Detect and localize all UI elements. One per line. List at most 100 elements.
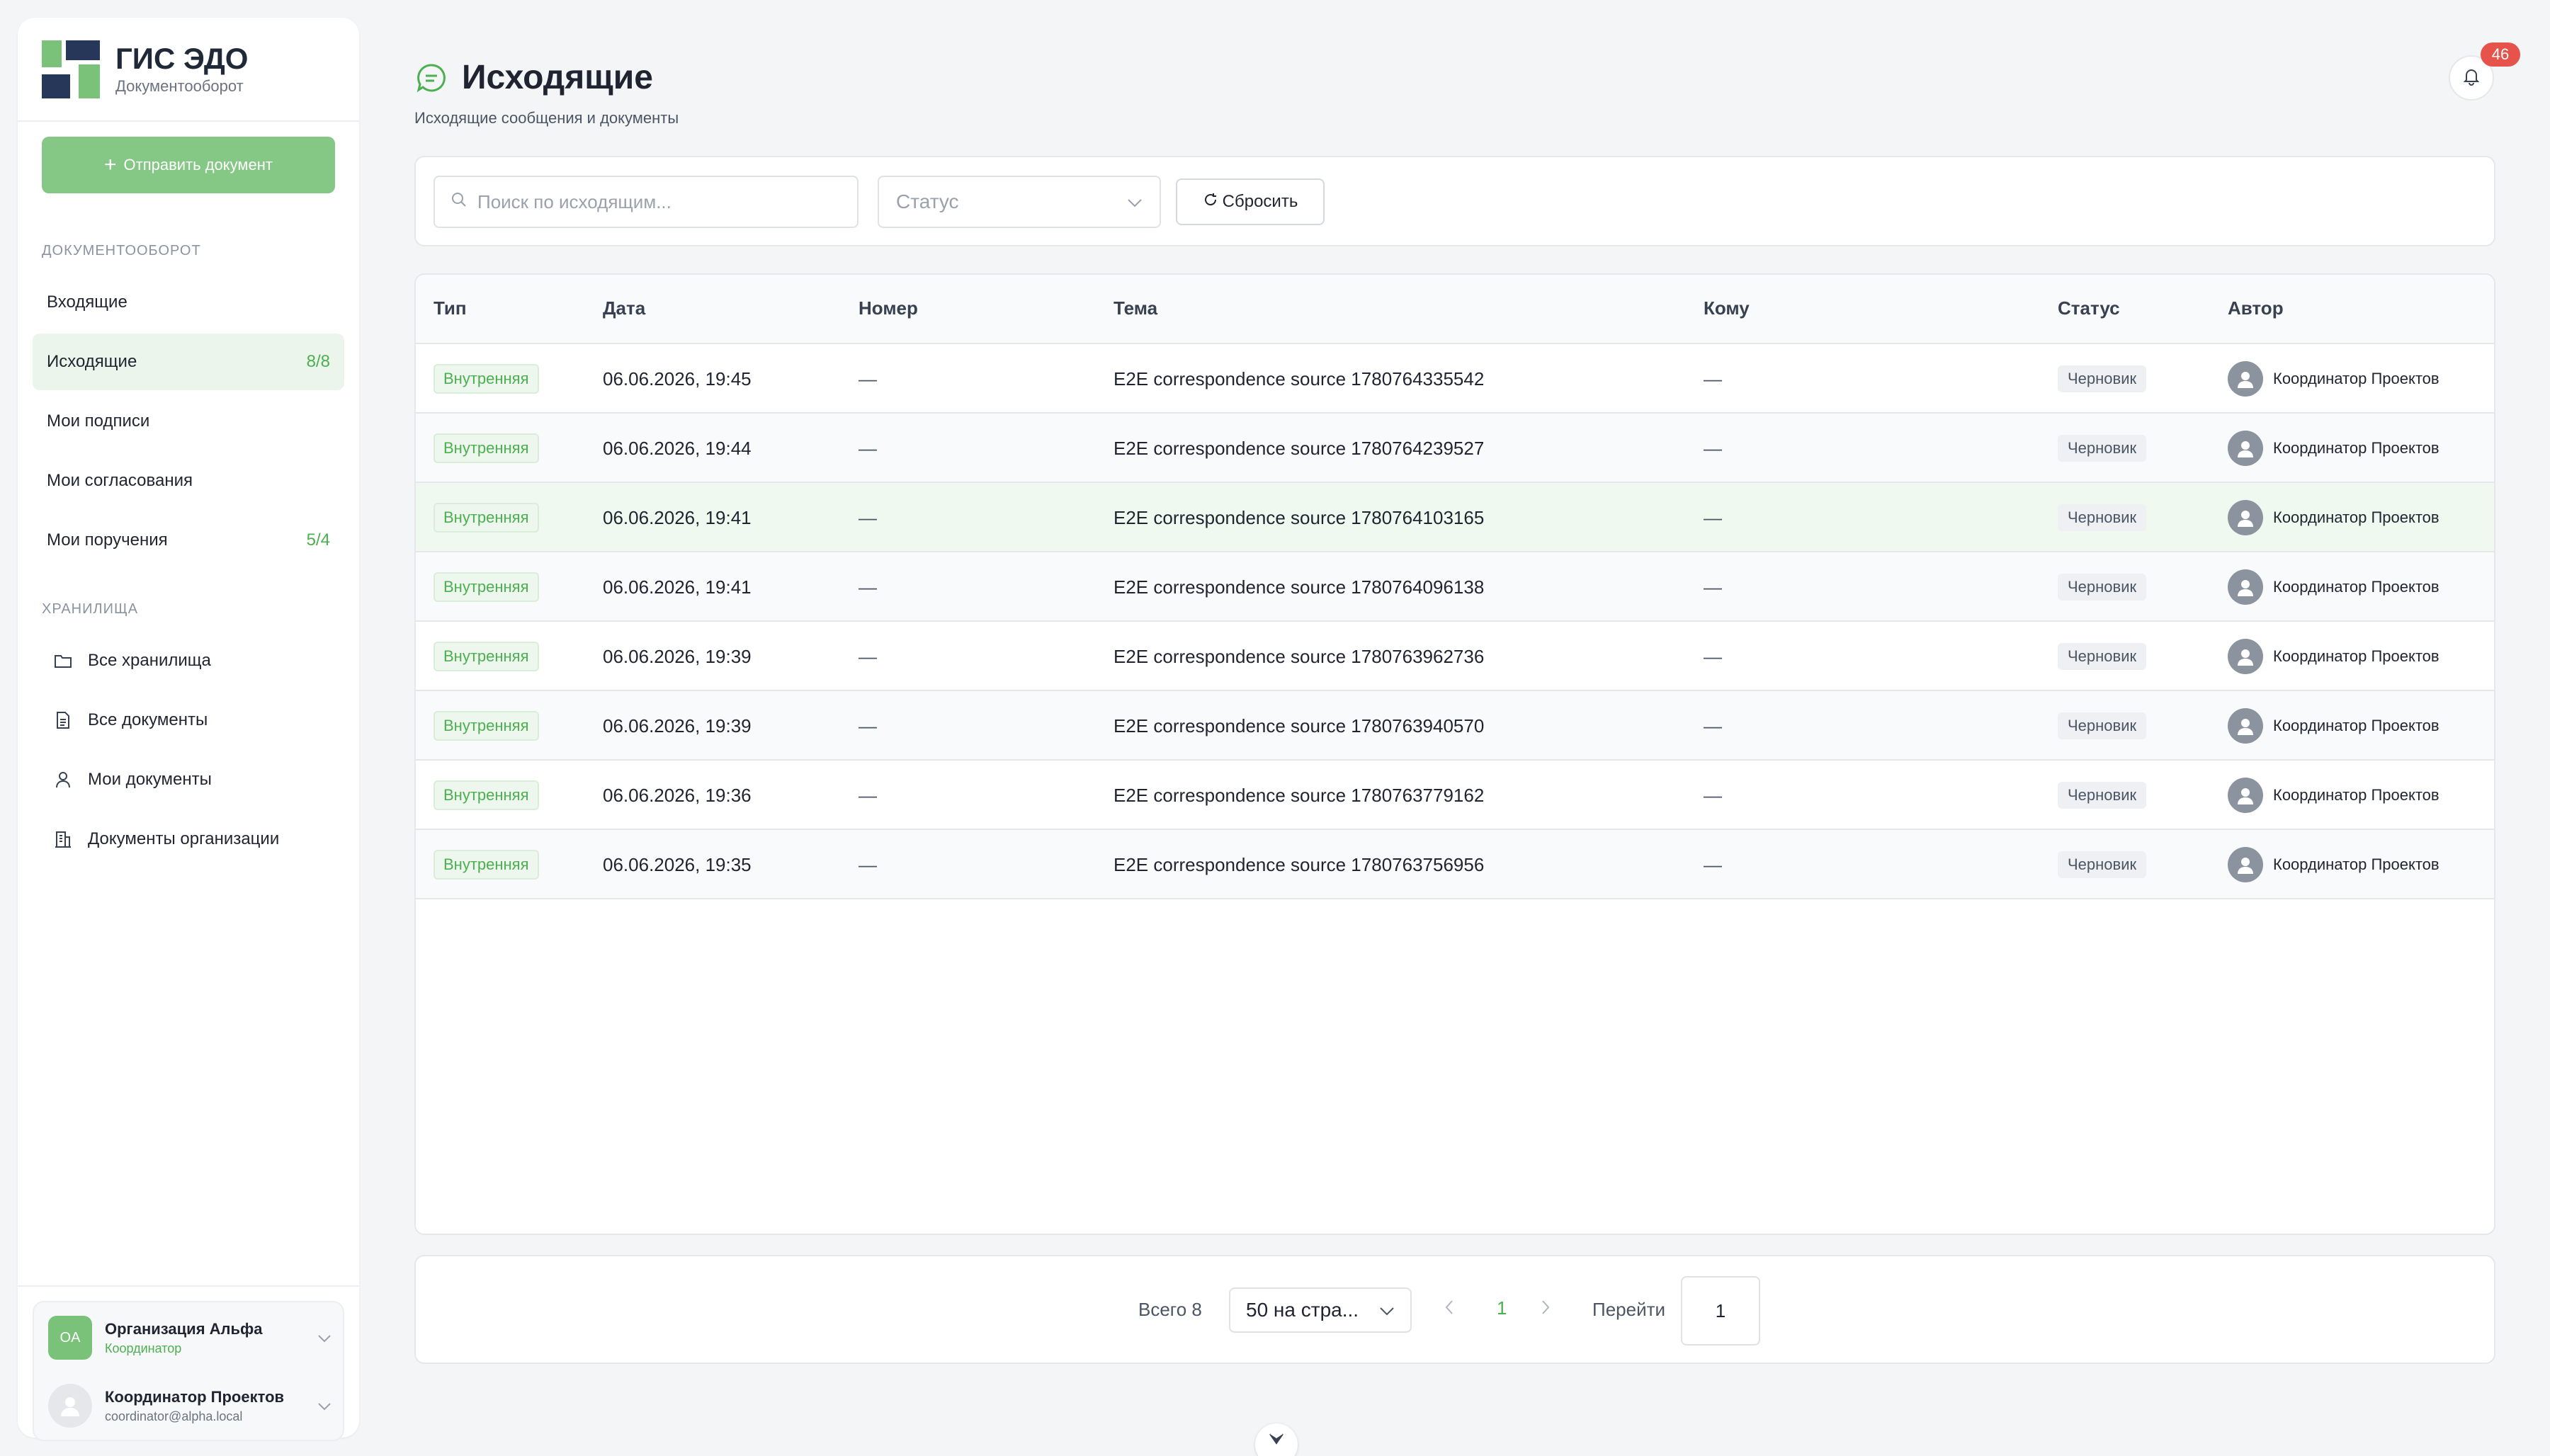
cell-author: Координатор Проектов (2228, 622, 2440, 691)
page-number-current[interactable]: 1 (1497, 1297, 1507, 1319)
number-text: — (858, 853, 877, 875)
to-text: — (1704, 506, 1722, 528)
author-name: Координатор Проектов (2273, 855, 2440, 873)
column-header-subject[interactable]: Тема (1114, 297, 1157, 319)
sidebar-item-incoming[interactable]: Входящие (33, 274, 344, 331)
search-placeholder: Поиск по исходящим... (477, 190, 672, 212)
user-avatar-icon (2228, 431, 2263, 466)
reset-button[interactable]: Сбросить (1176, 178, 1325, 225)
status-badge: Черновик (2058, 365, 2147, 392)
cell-type: Внутренняя (434, 483, 539, 552)
goto-page-input[interactable]: 1 (1681, 1276, 1760, 1346)
cell-date: 06.06.2026, 19:39 (603, 691, 752, 761)
subject-text: E2E correspondence source 1780764103165 (1114, 506, 1485, 528)
sidebar-item-my-signatures[interactable]: Мои подписи (33, 393, 344, 450)
send-document-button[interactable]: + Отправить документ (42, 137, 335, 193)
cell-number: — (858, 483, 877, 552)
cell-subject: E2E correspondence source 1780764335542 (1114, 344, 1484, 414)
sidebar-item-org-documents[interactable]: Документы организации (33, 811, 344, 868)
date-text: 06.06.2026, 19:41 (603, 506, 752, 528)
cell-status: Черновик (2058, 344, 2147, 414)
org-role: Координатор (105, 1341, 182, 1355)
search-icon (450, 191, 468, 213)
column-header-date[interactable]: Дата (603, 297, 645, 319)
table-row[interactable]: Внутренняя 06.06.2026, 19:39 — E2E correspo… (416, 622, 2494, 691)
table-row[interactable]: Внутренняя 06.06.2026, 19:41 — E2E correspo… (416, 483, 2494, 552)
sidebar-item-my-approvals[interactable]: Мои согласования (33, 453, 344, 509)
column-header-type[interactable]: Тип (434, 297, 467, 319)
brand-title: ГИС ЭДО (115, 41, 249, 75)
type-badge: Внутренняя (434, 711, 539, 741)
folder-icon (54, 652, 72, 670)
search-input[interactable]: Поиск по исходящим... (434, 176, 858, 228)
org-switcher[interactable]: OA Организация Альфа Координатор (48, 1315, 332, 1360)
sidebar-item-my-tasks[interactable]: Мои поручения 5/4 (33, 512, 344, 569)
cell-subject: E2E correspondence source 1780763756956 (1114, 830, 1484, 899)
cell-status: Черновик (2058, 552, 2147, 622)
column-header-number[interactable]: Номер (858, 297, 918, 319)
type-badge: Внутренняя (434, 850, 539, 880)
type-badge: Внутренняя (434, 433, 539, 463)
table-row[interactable]: Внутренняя 06.06.2026, 19:39 — E2E correspo… (416, 691, 2494, 761)
brand[interactable]: ГИС ЭДО Документооборот (18, 18, 359, 122)
column-header-to[interactable]: Кому (1704, 297, 1750, 319)
sidebar-item-count: 5/4 (306, 530, 330, 550)
cell-number: — (858, 552, 877, 622)
cell-to: — (1704, 483, 1722, 552)
cell-type: Внутренняя (434, 622, 539, 691)
subject-text: E2E correspondence source 1780763962736 (1114, 645, 1485, 667)
number-text: — (858, 368, 877, 389)
sidebar-item-label: Исходящие (47, 352, 137, 371)
cell-status: Черновик (2058, 761, 2147, 830)
cell-author: Координатор Проектов (2228, 761, 2440, 830)
author-name: Координатор Проектов (2273, 370, 2440, 387)
cell-date: 06.06.2026, 19:35 (603, 830, 752, 899)
brand-logo (42, 40, 100, 98)
table-row[interactable]: Внутренняя 06.06.2026, 19:45 — E2E correspo… (416, 344, 2494, 414)
number-text: — (858, 506, 877, 528)
page-size-select[interactable]: 50 на стра... (1229, 1287, 1412, 1333)
table-row[interactable]: Внутренняя 06.06.2026, 19:36 — E2E correspo… (416, 761, 2494, 830)
column-header-status[interactable]: Статус (2058, 297, 2120, 319)
sidebar-item-outgoing[interactable]: Исходящие 8/8 (33, 334, 344, 390)
cell-date: 06.06.2026, 19:36 (603, 761, 752, 830)
cell-number: — (858, 414, 877, 483)
plus-icon: + (103, 153, 117, 176)
sidebar-item-label: Мои документы (88, 770, 212, 789)
sidebar-item-my-documents[interactable]: Мои документы (33, 751, 344, 808)
column-header-author[interactable]: Автор (2228, 297, 2284, 319)
date-text: 06.06.2026, 19:39 (603, 645, 752, 667)
pagination: Всего 8 50 на стра... 1 Перейти 1 (414, 1255, 2495, 1364)
status-badge: Черновик (2058, 712, 2147, 739)
cell-status: Черновик (2058, 830, 2147, 899)
document-icon (54, 711, 72, 729)
table-row[interactable]: Внутренняя 06.06.2026, 19:35 — E2E correspo… (416, 830, 2494, 899)
sidebar-item-label: Входящие (47, 292, 128, 312)
filter-bar: Поиск по исходящим... Статус Сбросить (414, 156, 2495, 246)
author-name: Координатор Проектов (2273, 578, 2440, 596)
sidebar-item-label: Мои подписи (47, 411, 150, 431)
page-size-value: 50 на стра... (1246, 1299, 1359, 1321)
user-avatar-icon (2228, 778, 2263, 813)
user-email: coordinator@alpha.local (105, 1409, 243, 1423)
table-header: Тип Дата Номер Тема Кому Статус Автор (416, 275, 2494, 344)
to-text: — (1704, 784, 1722, 806)
table-row[interactable]: Внутренняя 06.06.2026, 19:44 — E2E correspo… (416, 414, 2494, 483)
status-select[interactable]: Статус (878, 176, 1161, 228)
sidebar-divider (18, 1285, 359, 1287)
date-text: 06.06.2026, 19:41 (603, 576, 752, 598)
chevron-right-icon[interactable] (1541, 1297, 1551, 1320)
cell-author: Координатор Проектов (2228, 830, 2440, 899)
user-switcher[interactable]: Координатор Проектов coordinator@alpha.l… (48, 1383, 332, 1428)
to-text: — (1704, 853, 1722, 875)
table-row[interactable]: Внутренняя 06.06.2026, 19:41 — E2E correspo… (416, 552, 2494, 622)
cell-number: — (858, 344, 877, 414)
subject-text: E2E correspondence source 1780763756956 (1114, 853, 1485, 875)
chevron-left-icon[interactable] (1444, 1297, 1454, 1320)
type-badge: Внутренняя (434, 780, 539, 810)
number-text: — (858, 645, 877, 667)
bell-icon (2463, 67, 2480, 89)
sidebar-item-all-documents[interactable]: Все документы (33, 692, 344, 749)
scroll-down-button[interactable] (1255, 1423, 1298, 1456)
sidebar-item-all-storages[interactable]: Все хранилища (33, 632, 344, 689)
